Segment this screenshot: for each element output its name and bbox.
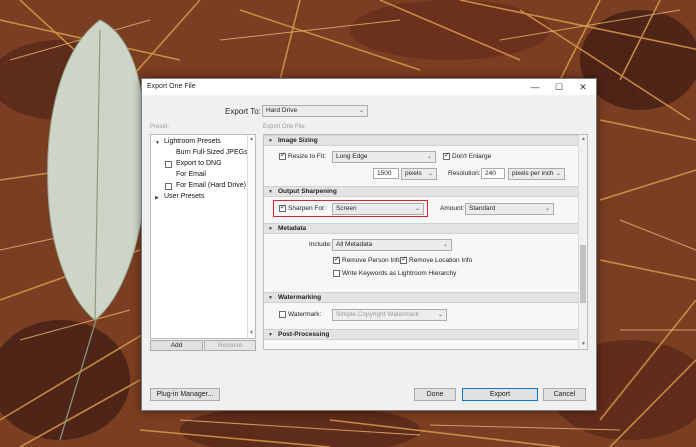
settings-scrollbar[interactable]: ▲ ▼ (578, 135, 587, 349)
preset-for-email[interactable]: For Email (176, 171, 206, 178)
export-to-label: Export To: (225, 107, 261, 116)
watermark-value: Simple Copyright Watermark (336, 311, 419, 318)
dont-enlarge-checkbox[interactable] (443, 151, 450, 160)
remove-person-checkbox[interactable] (333, 255, 340, 264)
chevron-down-icon: ⌄ (427, 171, 433, 177)
title-bar: Export One File — ☐ ✕ (142, 79, 596, 95)
amount-select[interactable]: Standard ⌄ (465, 203, 554, 215)
preset-list: ▼ Lightroom Presets Burn Full-Sized JPEG… (150, 134, 256, 339)
resize-to-fit-checkbox[interactable] (279, 151, 286, 160)
resolution-unit-value: pixels per inch (512, 170, 554, 177)
preset-export-dng[interactable]: Export to DNG (176, 160, 222, 167)
resolution-unit-select[interactable]: pixels per inch ⌄ (508, 168, 565, 180)
export-to-select[interactable]: Hard Drive ⌄ (262, 105, 368, 117)
size-unit-select[interactable]: pixels ⌄ (401, 168, 437, 180)
write-keywords-checkbox[interactable] (333, 270, 340, 277)
resolution-label: Resolution: (448, 170, 481, 177)
remove-location-checkbox[interactable] (400, 255, 407, 264)
minimize-button[interactable]: — (523, 79, 547, 95)
resize-to-fit-label: Resize to Fit: (288, 153, 326, 160)
amount-value: Standard (469, 205, 496, 212)
watermark-checkbox[interactable] (279, 311, 286, 318)
maximize-button[interactable]: ☐ (547, 79, 571, 95)
add-preset-button[interactable]: Add (150, 340, 203, 351)
include-metadata-select[interactable]: All Metadata ⌄ (332, 239, 452, 251)
remove-location-label: Remove Location Info (409, 257, 473, 264)
export-to-value: Hard Drive (266, 107, 298, 114)
section-title: Metadata (278, 225, 307, 232)
chevron-down-icon: ⌄ (544, 206, 550, 212)
plugin-manager-button[interactable]: Plug-in Manager... (150, 388, 220, 401)
scroll-up-icon[interactable]: ▲ (249, 136, 254, 142)
watermark-select[interactable]: Simple Copyright Watermark ⌄ (332, 309, 447, 321)
size-unit-value: pixels (405, 170, 422, 177)
preset-scrollbar[interactable]: ▲ ▼ (247, 135, 255, 338)
export-dialog: Export One File — ☐ ✕ Export To: Hard Dr… (141, 78, 597, 411)
preset-group-lightroom[interactable]: Lightroom Presets (164, 138, 221, 145)
scroll-down-icon[interactable]: ▼ (581, 341, 586, 347)
resize-mode-select[interactable]: Long Edge ⌄ (332, 151, 436, 163)
preset-checkbox-email-hd[interactable] (165, 183, 172, 190)
chevron-down-icon: ⌄ (442, 242, 448, 248)
section-title: Watermarking (278, 294, 322, 301)
preset-checkbox-dng[interactable] (165, 161, 172, 168)
section-post-processing[interactable]: ▼ Post-Processing (264, 329, 578, 340)
preset-burn-jpegs[interactable]: Burn Full-Sized JPEGs (176, 149, 248, 156)
dialog-title: Export One File (147, 83, 196, 90)
done-button[interactable]: Done (414, 388, 456, 401)
remove-preset-button[interactable]: Remove (204, 340, 256, 351)
highlight-box (273, 200, 428, 217)
scroll-down-icon[interactable]: ▼ (249, 330, 254, 336)
export-settings-panel: ▼ Image Sizing Resize to Fit: Long Edge … (263, 134, 588, 350)
resolution-input[interactable]: 240 (481, 168, 505, 179)
close-button[interactable]: ✕ (571, 79, 595, 95)
export-panel-label: Export One File (263, 124, 305, 130)
size-value-input[interactable]: 1500 (373, 168, 399, 179)
include-metadata-value: All Metadata (336, 241, 373, 248)
export-button[interactable]: Export (462, 388, 538, 401)
preset-group-user[interactable]: User Presets (164, 193, 204, 200)
watermark-label: Watermark: (288, 311, 322, 318)
scroll-up-icon[interactable]: ▲ (581, 136, 586, 142)
remove-person-label: Remove Person Info (342, 257, 402, 264)
chevron-down-icon: ⌄ (358, 108, 364, 114)
section-title: Post-Processing (278, 331, 330, 338)
cancel-button[interactable]: Cancel (543, 388, 586, 401)
section-title: Output Sharpening (278, 188, 337, 195)
section-image-sizing[interactable]: ▼ Image Sizing (264, 135, 578, 146)
chevron-down-icon: ⌄ (426, 154, 432, 160)
expand-triangle-icon: ▼ (268, 138, 273, 144)
expand-triangle-icon: ▼ (268, 295, 273, 301)
section-metadata[interactable]: ▼ Metadata (264, 223, 578, 234)
scroll-thumb[interactable] (580, 245, 586, 303)
expand-triangle-icon: ▼ (268, 226, 273, 232)
section-output-sharpening[interactable]: ▼ Output Sharpening (264, 186, 578, 197)
amount-label: Amount: (440, 205, 465, 212)
expand-triangle-icon[interactable]: ▼ (155, 140, 160, 146)
write-keywords-label: Write Keywords as Lightroom Hierarchy (342, 270, 457, 277)
chevron-down-icon: ⌄ (437, 312, 443, 318)
chevron-down-icon: ⌄ (555, 171, 561, 177)
resize-mode-value: Long Edge (336, 153, 368, 160)
collapsed-triangle-icon[interactable]: ▶ (155, 195, 159, 201)
expand-triangle-icon: ▼ (268, 189, 273, 195)
expand-triangle-icon: ▼ (268, 332, 273, 338)
include-label: Include: (309, 241, 332, 248)
preset-email-hard-drive[interactable]: For Email (Hard Drive) (176, 182, 246, 189)
section-watermarking[interactable]: ▼ Watermarking (264, 292, 578, 303)
section-title: Image Sizing (278, 137, 318, 144)
preset-label: Preset: (150, 124, 170, 130)
dont-enlarge-label: Don't Enlarge (452, 153, 492, 160)
